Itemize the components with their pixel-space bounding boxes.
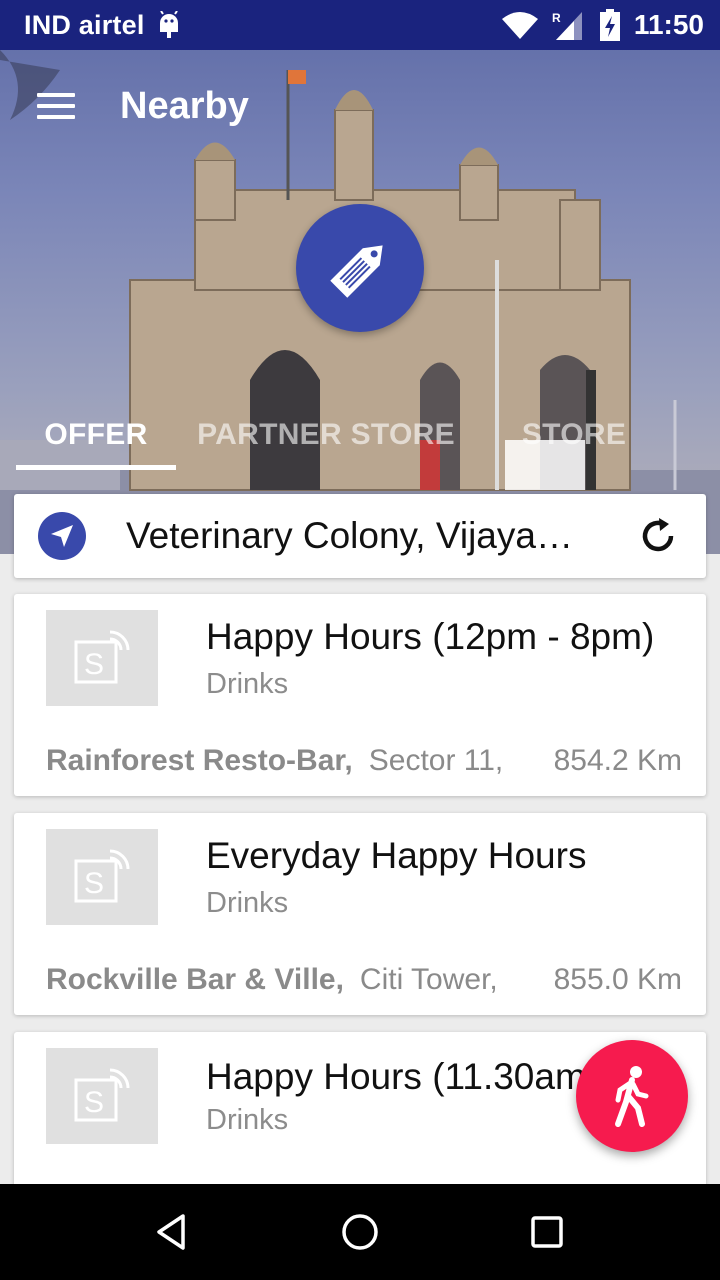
store-distance: 854.2 Km — [553, 744, 682, 777]
placeholder-logo-icon: S — [74, 630, 130, 684]
recents-square-icon — [530, 1216, 563, 1248]
status-bar: IND airtel R 11:50 — [0, 0, 720, 50]
android-notification-icon — [159, 11, 178, 38]
offer-title: Happy Hours (11.30am — [206, 1056, 586, 1097]
refresh-icon[interactable] — [636, 514, 680, 558]
store-name: Rockville Bar & Ville, — [46, 963, 344, 996]
offer-title: Happy Hours (12pm - 8pm) — [206, 616, 655, 657]
current-location-card[interactable]: Veterinary Colony, Vijayawada — [14, 494, 706, 578]
nav-recents-button[interactable] — [515, 1200, 579, 1264]
offer-thumbnail: S — [46, 829, 158, 925]
wifi-icon — [501, 12, 538, 39]
app-root: IND airtel R 11:50 Nearby OFFER PARTNER … — [0, 0, 720, 1280]
svg-text:S: S — [84, 1086, 104, 1119]
offer-meta: Rockville Bar & Ville, Citi Tower, 855.0… — [46, 963, 682, 997]
tab-bar: OFFER PARTNER STORE STORE — [16, 400, 704, 470]
network-roaming-label: R — [552, 11, 561, 25]
offer-title: Everyday Happy Hours — [206, 835, 587, 876]
nav-home-button[interactable] — [328, 1200, 392, 1264]
cellular-signal-icon: R — [552, 11, 582, 40]
battery-charging-icon — [599, 9, 620, 41]
nav-back-button[interactable] — [141, 1200, 205, 1264]
back-triangle-icon — [157, 1214, 186, 1250]
offer-thumbnail: S — [46, 1048, 158, 1144]
tab-partner-store[interactable]: PARTNER STORE — [176, 400, 476, 470]
svg-text:S: S — [84, 648, 104, 681]
offer-card[interactable]: S Happy Hours (12pm - 8pm) Drinks Rainfo… — [14, 594, 706, 796]
store-area: Citi Tower, — [359, 963, 498, 996]
tab-store[interactable]: STORE — [476, 400, 672, 470]
page-title: Nearby — [120, 84, 249, 127]
navigation-arrow-icon — [38, 512, 86, 560]
system-navigation-bar — [0, 1184, 720, 1280]
svg-text:S: S — [84, 867, 104, 900]
location-text: Veterinary Colony, Vijayawada — [126, 515, 596, 556]
offer-category: Drinks — [206, 1104, 289, 1136]
walking-person-icon — [615, 1066, 649, 1127]
offer-category: Drinks — [206, 887, 289, 919]
store-name: Rainforest Resto-Bar, — [46, 744, 353, 777]
app-toolbar: Nearby — [0, 50, 720, 162]
hamburger-menu-icon — [37, 93, 75, 119]
offer-category: Drinks — [206, 668, 289, 700]
home-circle-icon — [342, 1214, 378, 1250]
placeholder-logo-icon: S — [74, 849, 130, 903]
walk-nearby-fab[interactable] — [576, 1040, 688, 1152]
carrier-label: IND airtel — [24, 9, 145, 40]
offer-thumbnail: S — [46, 610, 158, 706]
store-area: Sector 11, — [368, 744, 504, 777]
offer-tag-badge — [296, 204, 424, 332]
store-distance: 855.0 Km — [553, 963, 682, 996]
tab-offer[interactable]: OFFER — [16, 400, 176, 470]
clock-time: 11:50 — [633, 9, 704, 40]
offer-meta: Rainforest Resto-Bar, Sector 11, 854.2 K… — [46, 744, 682, 778]
price-tag-icon — [330, 245, 383, 298]
hamburger-menu-button[interactable] — [0, 50, 112, 162]
offer-card[interactable]: S Everyday Happy Hours Drinks Rockville … — [14, 813, 706, 1015]
placeholder-logo-icon: S — [74, 1068, 130, 1122]
